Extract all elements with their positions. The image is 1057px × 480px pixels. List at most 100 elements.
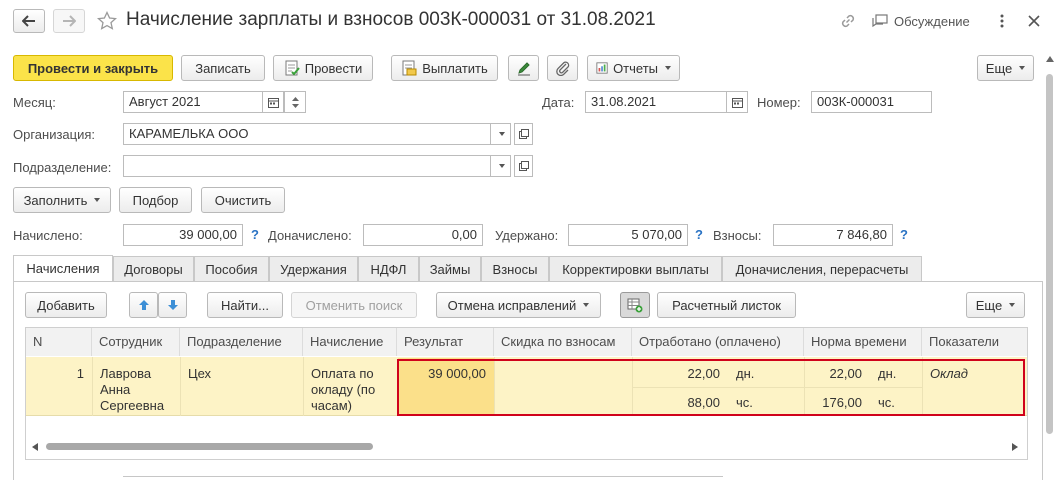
column-header-contribution-discount[interactable]: Скидка по взносам	[494, 328, 632, 356]
row-number: 1	[76, 366, 84, 381]
extra-accrued-field: 0,00	[363, 224, 483, 246]
column-header-department[interactable]: Подразделение	[180, 328, 303, 356]
clear-label: Очистить	[214, 192, 272, 208]
month-field[interactable]: Август 2021	[123, 91, 263, 113]
arrow-down-icon	[167, 300, 178, 310]
tab-ndfl[interactable]: НДФЛ	[358, 256, 419, 282]
scroll-left-icon	[32, 443, 38, 451]
date-label: Дата:	[542, 95, 575, 110]
post-and-close-label: Провести и закрыть	[27, 60, 159, 76]
row-accrual: Оплата по окладу (по часам)	[311, 366, 376, 413]
tab-recalculations[interactable]: Доначисления, перерасчеты	[722, 256, 922, 282]
table-more-label: Еще	[975, 297, 1003, 313]
more-vertical-icon[interactable]	[996, 11, 1008, 31]
add-label: Добавить	[37, 297, 95, 313]
cancel-fixes-label: Отмена исправлений	[447, 297, 577, 313]
move-down-button[interactable]	[158, 292, 187, 318]
calendar-icon	[731, 97, 743, 108]
column-header-n[interactable]: N	[26, 328, 92, 356]
edit-pencil-button[interactable]	[508, 55, 539, 81]
organization-field[interactable]: КАРАМЕЛЬКА ООО	[123, 123, 491, 145]
row-department: Цех	[188, 366, 212, 381]
column-header-employee[interactable]: Сотрудник	[92, 328, 180, 356]
find-label: Найти...	[221, 297, 269, 313]
accrued-label: Начислено:	[13, 228, 83, 243]
post-button[interactable]: Провести	[273, 55, 373, 81]
column-header-indicators[interactable]: Показатели	[922, 328, 1027, 356]
discussion-button[interactable]: Обсуждение	[872, 11, 970, 31]
organization-open-button[interactable]	[514, 123, 533, 145]
calendar-button[interactable]	[262, 91, 284, 113]
add-button[interactable]: Добавить	[25, 292, 107, 318]
column-header-result[interactable]: Результат	[397, 328, 494, 356]
reports-button[interactable]: Отчеты	[587, 55, 680, 81]
date-field[interactable]: 31.08.2021	[585, 91, 727, 113]
arrow-up-icon	[138, 300, 149, 310]
tab-benefits[interactable]: Пособия	[194, 256, 269, 282]
highlight-frame	[397, 359, 1025, 416]
post-label: Провести	[304, 60, 363, 76]
forward-button[interactable]	[53, 9, 85, 33]
vertical-scrollbar-thumb[interactable]	[1046, 74, 1053, 434]
save-button[interactable]: Записать	[181, 55, 265, 81]
close-icon[interactable]	[1024, 11, 1044, 31]
cancel-search-label: Отменить поиск	[305, 297, 403, 313]
department-label: Подразделение:	[13, 160, 112, 175]
cancel-search-button[interactable]: Отменить поиск	[291, 292, 417, 318]
more-button[interactable]: Еще	[977, 55, 1034, 81]
department-field[interactable]	[123, 155, 491, 177]
calendar-icon	[267, 97, 279, 108]
horizontal-scrollbar[interactable]	[26, 440, 1027, 454]
link-icon[interactable]	[838, 11, 858, 31]
discussion-label: Обсуждение	[894, 13, 970, 29]
cancel-fixes-button[interactable]: Отмена исправлений	[436, 292, 601, 318]
post-and-close-button[interactable]: Провести и закрыть	[13, 55, 173, 81]
month-label: Месяц:	[13, 95, 56, 110]
scrollbar-thumb[interactable]	[46, 443, 373, 450]
number-field[interactable]: 003К-000031	[811, 91, 932, 113]
chevron-down-icon	[498, 132, 505, 136]
chevron-down-icon	[583, 303, 590, 307]
tab-deductions[interactable]: Удержания	[269, 256, 358, 282]
column-header-time-norm[interactable]: Норма времени	[804, 328, 922, 356]
department-dropdown-button[interactable]	[490, 155, 511, 177]
month-spinner[interactable]	[284, 91, 306, 113]
table-more-button[interactable]: Еще	[966, 292, 1025, 318]
organization-dropdown-button[interactable]	[490, 123, 511, 145]
withheld-label: Удержано:	[495, 228, 559, 243]
tab-accruals[interactable]: Начисления	[13, 255, 113, 283]
clear-button[interactable]: Очистить	[201, 187, 285, 213]
select-label: Подбор	[132, 192, 179, 208]
pay-button[interactable]: Выплатить	[391, 55, 498, 81]
column-header-accrual[interactable]: Начисление	[303, 328, 397, 356]
move-up-button[interactable]	[129, 292, 158, 318]
payslip-button[interactable]: Расчетный листок	[657, 292, 796, 318]
withheld-field: 5 070,00	[568, 224, 688, 246]
accrued-help-icon[interactable]: ?	[251, 227, 259, 242]
tab-payment-adjustments[interactable]: Корректировки выплаты	[549, 256, 722, 282]
fill-label: Заполнить	[23, 192, 88, 208]
contributions-help-icon[interactable]: ?	[900, 227, 908, 242]
vertical-scrollbar[interactable]	[1045, 56, 1055, 480]
attach-button[interactable]	[547, 55, 578, 81]
find-button[interactable]: Найти...	[207, 292, 283, 318]
withheld-help-icon[interactable]: ?	[695, 227, 703, 242]
tab-contributions[interactable]: Взносы	[481, 256, 549, 282]
select-button[interactable]: Подбор	[119, 187, 192, 213]
contributions-field: 7 846,80	[773, 224, 893, 246]
open-window-icon	[518, 161, 529, 171]
back-button[interactable]	[13, 9, 45, 33]
column-header-worked[interactable]: Отработано (оплачено)	[632, 328, 804, 356]
favorite-star-icon[interactable]	[96, 10, 118, 32]
date-calendar-button[interactable]	[726, 91, 748, 113]
chevron-down-icon	[665, 66, 671, 70]
organization-label: Организация:	[13, 127, 96, 142]
row-employee: Лаврова Анна Сергеевна	[100, 366, 165, 413]
chevron-down-icon	[498, 164, 505, 168]
chevron-down-icon	[94, 198, 101, 202]
table-settings-button[interactable]	[620, 292, 650, 318]
department-open-button[interactable]	[514, 155, 533, 177]
fill-button[interactable]: Заполнить	[13, 187, 111, 213]
tab-loans[interactable]: Займы	[419, 256, 481, 282]
tab-contracts[interactable]: Договоры	[113, 256, 194, 282]
